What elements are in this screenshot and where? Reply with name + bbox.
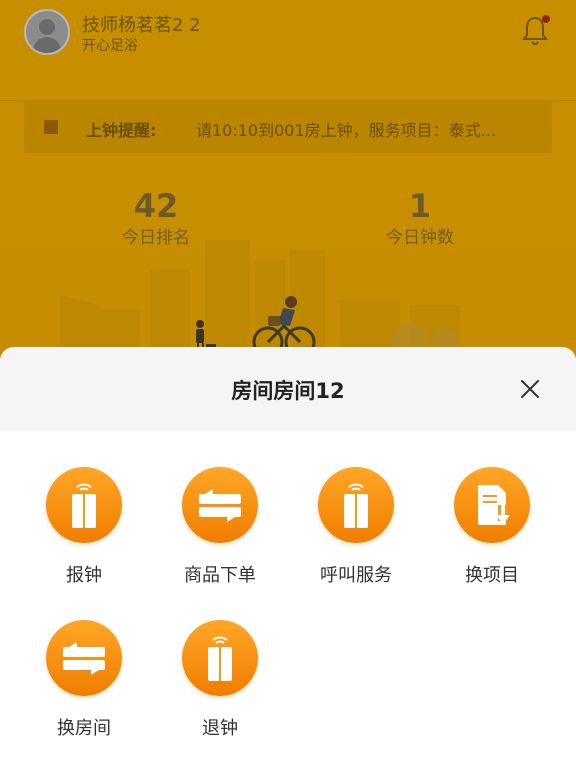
action-icon-circle: [182, 620, 258, 696]
close-icon[interactable]: [516, 375, 544, 403]
action-report-clock-button[interactable]: 报钟: [16, 467, 152, 597]
ticket-icon: [63, 642, 105, 675]
action-label: 商品下单: [184, 565, 256, 586]
ticket-icon: [199, 489, 241, 522]
action-icon-circle: [318, 467, 394, 543]
action-label: 换项目: [465, 565, 519, 586]
action-icon-circle: [182, 467, 258, 543]
action-order-goods-button[interactable]: 商品下单: [152, 467, 288, 597]
action-label: 退钟: [202, 718, 238, 739]
card-icon: [72, 483, 96, 528]
action-icon-circle: [46, 467, 122, 543]
action-cancel-clock-button[interactable]: 退钟: [152, 620, 288, 750]
room-action-sheet: 房间房间12 报钟 商品下单 呼叫服务 换项目 换房间 退钟: [0, 347, 576, 768]
card-icon: [344, 483, 368, 528]
document-download-icon: [478, 485, 510, 525]
sheet-header: 房间房间12: [0, 347, 576, 431]
action-label: 报钟: [66, 565, 102, 586]
action-icon-circle: [46, 620, 122, 696]
action-change-room-button[interactable]: 换房间: [16, 620, 152, 750]
action-label: 呼叫服务: [320, 565, 392, 586]
action-call-service-button[interactable]: 呼叫服务: [288, 467, 424, 597]
sheet-title: 房间房间12: [231, 379, 345, 403]
action-label: 换房间: [57, 718, 111, 739]
action-icon-circle: [454, 467, 530, 543]
action-change-project-button[interactable]: 换项目: [424, 467, 560, 597]
card-icon: [208, 636, 232, 681]
